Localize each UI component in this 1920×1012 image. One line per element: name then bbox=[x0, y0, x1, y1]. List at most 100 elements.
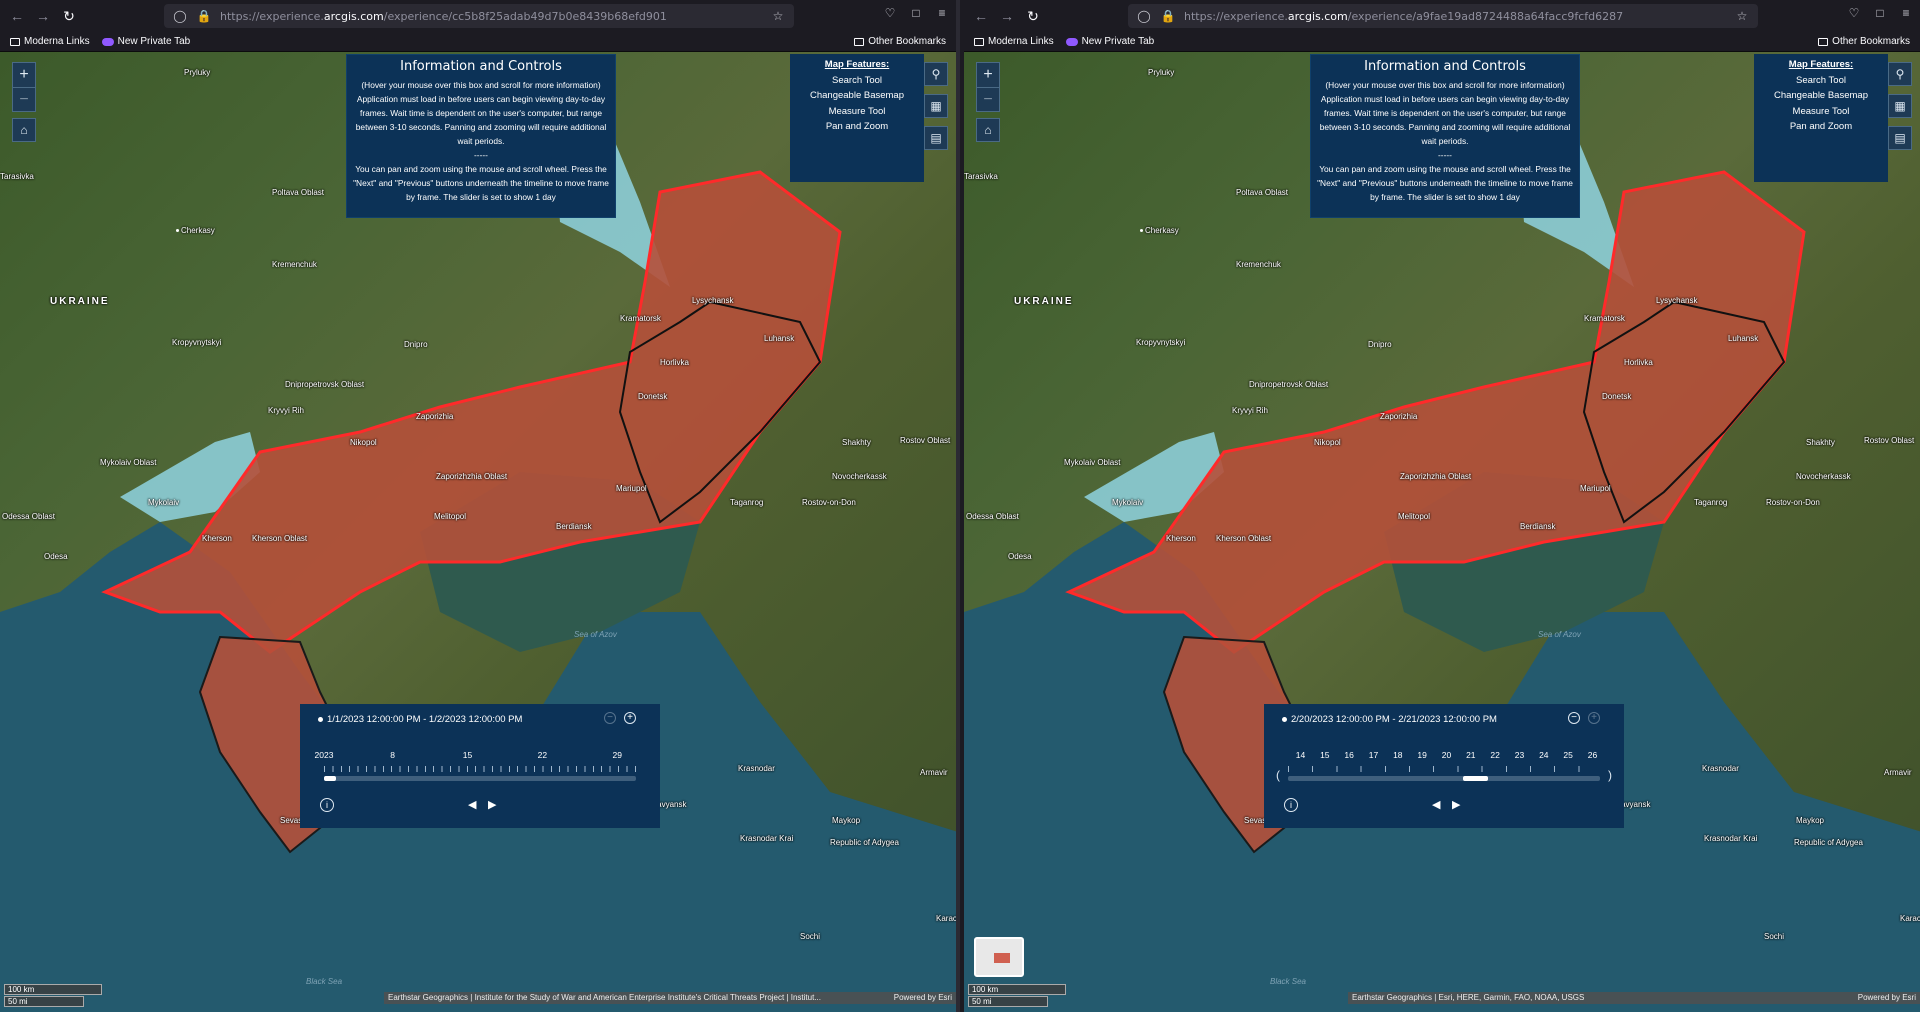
home-button[interactable]: ⌂ bbox=[12, 118, 36, 142]
map-view[interactable]: Cherkasy UKRAINE Kremenchuk Poltava Obla… bbox=[0, 52, 956, 1012]
map-label: Rostov-on-Don bbox=[802, 498, 856, 507]
time-tick-label: 20 bbox=[1441, 750, 1452, 760]
map-label: Horlivka bbox=[1623, 358, 1653, 367]
info-icon[interactable]: i bbox=[1283, 798, 1298, 812]
reload-icon[interactable]: ↻ bbox=[1022, 5, 1044, 27]
zoom-in-button[interactable]: + bbox=[13, 63, 35, 87]
timeline-forward-icon[interactable]: ) bbox=[1608, 768, 1612, 782]
time-tick-label: 15 bbox=[1320, 750, 1330, 760]
previous-button[interactable]: ◀ bbox=[1432, 798, 1440, 811]
info-panel[interactable]: Information and Controls (Hover your mou… bbox=[346, 54, 616, 218]
time-zoom-controls: − + bbox=[1567, 712, 1600, 724]
bookmark-moderna-links[interactable]: Moderna Links bbox=[973, 36, 1054, 47]
time-tick-label: 22 bbox=[537, 750, 548, 760]
map-label: Maykop bbox=[1795, 816, 1824, 825]
map-label: Armavir bbox=[1883, 768, 1912, 777]
powered-by[interactable]: Powered by Esri bbox=[894, 992, 952, 1004]
url-text[interactable]: https://experience.arcgis.com/experience… bbox=[1184, 10, 1726, 23]
attribution[interactable]: Earthstar Geographics | Esri, HERE, Garm… bbox=[1347, 992, 1920, 1004]
time-tick-label: 25 bbox=[1563, 750, 1573, 760]
time-tick-label: 18 bbox=[1393, 750, 1403, 760]
timeline-zoom-in-icon[interactable]: + bbox=[1587, 712, 1600, 724]
timeline-zoom-in-icon[interactable]: + bbox=[624, 712, 636, 724]
map-label: Horlivka bbox=[660, 358, 689, 367]
reload-icon[interactable]: ↻ bbox=[58, 5, 80, 27]
extensions-icon[interactable]: □ bbox=[908, 6, 924, 20]
info-line: ----- bbox=[1438, 150, 1452, 160]
timeline-zoom-out-icon[interactable]: − bbox=[604, 712, 616, 724]
map-label: Berdiansk bbox=[1519, 522, 1556, 531]
map-tools: ⚲ ▦ ▤ bbox=[1887, 62, 1914, 158]
info-panel[interactable]: Information and Controls (Hover your mou… bbox=[1309, 54, 1580, 218]
url-bar[interactable]: ◯ 🔒 https://experience.arcgis.com/experi… bbox=[164, 4, 794, 28]
bookmarks-bar: Moderna Links New Private Tab Other Book… bbox=[0, 32, 956, 52]
time-track[interactable] bbox=[1287, 776, 1600, 781]
url-bar[interactable]: ◯ 🔒 https://experience.arcgis.com/experi… bbox=[1127, 4, 1758, 28]
features-heading: Map Features: bbox=[1788, 59, 1854, 70]
time-tick-label: 24 bbox=[1539, 750, 1549, 760]
next-button[interactable]: ▶ bbox=[1452, 798, 1460, 811]
time-slider: 2/20/2023 12:00:00 PM - 2/21/2023 12:00:… bbox=[1263, 704, 1624, 828]
zoom-in-button[interactable]: + bbox=[977, 63, 999, 87]
bookmark-new-private-tab[interactable]: New Private Tab bbox=[1065, 36, 1154, 47]
info-icon[interactable]: i bbox=[320, 798, 334, 812]
map-label: Poltava Oblast bbox=[272, 188, 325, 197]
other-bookmarks[interactable]: Other Bookmarks bbox=[1818, 36, 1910, 47]
time-track[interactable] bbox=[324, 776, 636, 781]
map-label: Melitopol bbox=[1397, 512, 1430, 521]
map-label: Sochi bbox=[1763, 932, 1784, 941]
shield-icon[interactable]: ◯ bbox=[172, 9, 188, 23]
shield-icon[interactable]: ◯ bbox=[1136, 9, 1152, 23]
menu-icon[interactable]: ≡ bbox=[934, 6, 950, 20]
map-label: Nikopol bbox=[350, 438, 377, 447]
search-icon[interactable]: ⚲ bbox=[1887, 62, 1912, 86]
measure-icon[interactable]: ▤ bbox=[1887, 126, 1912, 150]
timeline-back-icon[interactable]: ( bbox=[1276, 768, 1280, 782]
map-view[interactable]: Cherkasy UKRAINE Kremenchuk Poltava Obla… bbox=[963, 52, 1920, 1012]
zoom-out-button[interactable]: − bbox=[976, 87, 999, 111]
other-bookmarks[interactable]: Other Bookmarks bbox=[854, 36, 946, 47]
map-label: Odesa bbox=[44, 552, 68, 561]
map-label: Luhansk bbox=[1727, 334, 1759, 343]
time-thumb[interactable] bbox=[1462, 776, 1488, 781]
time-thumb[interactable] bbox=[324, 776, 337, 781]
zoom-out-button[interactable]: − bbox=[13, 87, 35, 111]
forward-icon[interactable]: → bbox=[32, 5, 54, 27]
map-label: Kherson Oblast bbox=[1215, 534, 1272, 543]
time-tick-label: 2023 bbox=[314, 750, 334, 760]
attribution[interactable]: Earthstar Geographics | Institute for th… bbox=[384, 992, 956, 1004]
lock-icon[interactable]: 🔒 bbox=[1160, 9, 1176, 23]
info-body: (Hover your mouse over this box and scro… bbox=[353, 78, 609, 204]
info-line: (Hover your mouse over this box and scro… bbox=[361, 80, 601, 90]
pocket-icon[interactable]: ♡ bbox=[882, 6, 898, 20]
search-icon[interactable]: ⚲ bbox=[924, 62, 948, 86]
star-icon[interactable]: ☆ bbox=[1734, 9, 1750, 23]
measure-icon[interactable]: ▤ bbox=[924, 126, 948, 150]
map-label: Republic of Adygea bbox=[830, 838, 899, 847]
forward-icon[interactable]: → bbox=[996, 5, 1018, 27]
bookmark-new-private-tab[interactable]: New Private Tab bbox=[101, 36, 190, 47]
map-label: Melitopol bbox=[434, 512, 467, 521]
map-tools: ⚲ ▦ ▤ bbox=[924, 62, 950, 158]
star-icon[interactable]: ☆ bbox=[770, 9, 786, 23]
pocket-icon[interactable]: ♡ bbox=[1846, 6, 1862, 20]
map-label: Rostov-on-Don bbox=[1765, 498, 1820, 507]
lock-icon[interactable]: 🔒 bbox=[196, 9, 212, 23]
next-button[interactable]: ▶ bbox=[488, 798, 496, 811]
map-label: Armavir bbox=[920, 768, 948, 777]
basemap-gallery-icon[interactable]: ▦ bbox=[924, 94, 948, 118]
timeline-zoom-out-icon[interactable]: − bbox=[1567, 712, 1580, 724]
url-text[interactable]: https://experience.arcgis.com/experience… bbox=[220, 10, 762, 23]
menu-icon[interactable]: ≡ bbox=[1898, 6, 1914, 20]
basemap-thumbnail[interactable] bbox=[973, 937, 1024, 977]
basemap-gallery-icon[interactable]: ▦ bbox=[1887, 94, 1912, 118]
map-label: Zaporizhzhia Oblast bbox=[1399, 472, 1472, 481]
home-button[interactable]: ⌂ bbox=[975, 118, 1000, 142]
bookmark-moderna-links[interactable]: Moderna Links bbox=[10, 36, 90, 47]
previous-button[interactable]: ◀ bbox=[468, 798, 476, 811]
back-icon[interactable]: ← bbox=[6, 5, 28, 27]
extensions-icon[interactable]: □ bbox=[1872, 6, 1888, 20]
map-label: Kryvyi Rih bbox=[268, 406, 305, 415]
powered-by[interactable]: Powered by Esri bbox=[1858, 992, 1916, 1004]
back-icon[interactable]: ← bbox=[970, 5, 992, 27]
